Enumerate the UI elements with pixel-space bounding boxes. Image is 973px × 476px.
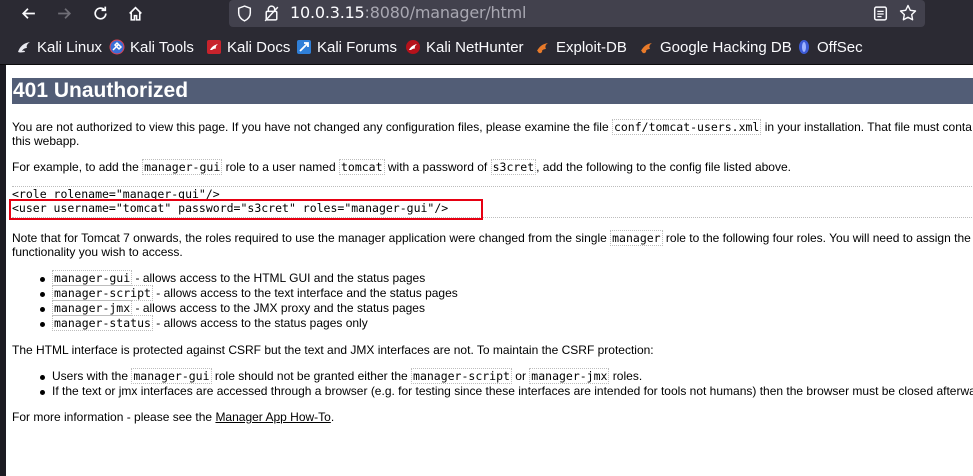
kali-nethunter-icon	[406, 40, 420, 54]
more-info-text: .	[330, 410, 335, 424]
example-text: role to a user named	[222, 160, 339, 174]
bookmark-star-icon[interactable]	[898, 3, 918, 23]
roles-note-line2: functionality you wish to access.	[12, 245, 183, 259]
highlight-box	[9, 199, 483, 220]
home-button[interactable]	[120, 0, 150, 27]
bookmark-google-hacking-db[interactable]: Google Hacking DB	[639, 37, 792, 57]
intro-text: You are not authorized to view this page…	[12, 120, 612, 134]
bookmark-label: Kali Forums	[317, 38, 398, 56]
role-description: - allows access to the JMX proxy and the…	[132, 301, 425, 315]
back-button[interactable]	[13, 0, 43, 27]
bookmarks-toolbar: Kali Linux Kali Tools Kali Docs Kali For…	[0, 27, 973, 65]
bookmark-label: Kali NetHunter	[426, 38, 524, 56]
back-arrow-icon	[21, 8, 35, 19]
bookmark-label: OffSec	[817, 38, 863, 56]
role-description: - allows access to the status pages only	[152, 316, 368, 330]
page-title: 401 Unauthorized	[12, 78, 973, 104]
roles-note-paragraph: Note that for Tomcat 7 onwards, the role…	[12, 230, 973, 259]
home-icon	[128, 6, 142, 21]
bookmark-exploit-db[interactable]: Exploit-DB	[535, 37, 627, 57]
csrf-text: Users with the	[52, 369, 132, 383]
example-text: with a password of	[384, 160, 491, 174]
page-content: 401 Unauthorized You are not authorized …	[6, 65, 973, 476]
role-code: manager-jmx	[529, 368, 610, 384]
intro-text-cont: in your installation. That file must con…	[761, 120, 972, 134]
role-description: - allows access to the HTML GUI and the …	[132, 271, 426, 285]
exploit-db-icon	[537, 43, 548, 54]
role-code: manager-gui	[142, 159, 223, 175]
csrf-text: or	[511, 369, 530, 383]
user-code: tomcat	[338, 159, 385, 175]
config-file-code: conf/tomcat-users.xml	[611, 119, 762, 135]
more-info-text: For more information - please see the	[12, 410, 216, 424]
reload-icon	[93, 6, 107, 20]
csrf-list: Users with the manager-gui role should n…	[37, 368, 973, 399]
list-item: manager-gui - allows access to the HTML …	[37, 270, 458, 286]
role-code: manager-script	[52, 285, 153, 301]
manager-role-code: manager	[610, 230, 663, 246]
kali-docs-icon	[207, 40, 221, 54]
bookmark-label: Exploit-DB	[556, 38, 627, 56]
bookmark-kali-docs[interactable]: Kali Docs	[206, 37, 290, 57]
manager-howto-link[interactable]: Manager App How-To	[215, 410, 330, 424]
url-host: 10.0.3.15	[290, 3, 365, 22]
kali-tools-icon	[109, 39, 125, 55]
bookmark-kali-nethunter[interactable]: Kali NetHunter	[405, 37, 524, 57]
bookmark-kali-linux[interactable]: Kali Linux	[16, 37, 102, 57]
more-info-paragraph: For more information - please see the Ma…	[12, 410, 973, 424]
bookmark-offsec[interactable]: OffSec	[796, 37, 863, 57]
list-item: manager-status - allows access to the st…	[37, 315, 458, 331]
example-text: For example, to add the	[12, 160, 143, 174]
tracking-protection-icon[interactable]	[236, 4, 253, 23]
bookmark-label: Google Hacking DB	[660, 38, 792, 56]
browser-toolbar: 10.0.3.15:8080/manager/html	[0, 0, 973, 27]
password-code: s3cret	[490, 159, 537, 175]
example-paragraph: For example, to add the manager-gui role…	[12, 159, 973, 175]
forward-button[interactable]	[49, 0, 79, 27]
roles-note-text: Note that for Tomcat 7 onwards, the role…	[12, 231, 611, 245]
csrf-paragraph: The HTML interface is protected against …	[12, 343, 654, 357]
list-item: manager-jmx - allows access to the JMX p…	[37, 300, 458, 316]
csrf-text: roles.	[609, 369, 643, 383]
role-code: manager-jmx	[52, 300, 133, 316]
role-description: - allows access to the text interface an…	[152, 286, 458, 300]
list-item: If the text or jmx interfaces are access…	[37, 384, 973, 399]
bookmark-kali-tools[interactable]: Kali Tools	[109, 37, 194, 57]
role-code: manager-gui	[52, 270, 133, 286]
ghdb-icon	[641, 43, 652, 54]
kali-forums-icon	[297, 40, 311, 54]
role-code: manager-status	[52, 315, 153, 331]
reader-view-icon[interactable]	[872, 4, 889, 23]
example-text: , add the following to the config file l…	[536, 160, 791, 174]
insecure-page-icon[interactable]	[263, 4, 280, 23]
bookmark-label: Kali Linux	[37, 38, 103, 56]
list-item: manager-script - allows access to the te…	[37, 285, 458, 301]
csrf-text: If the text or jmx interfaces are access…	[52, 384, 973, 398]
forward-arrow-icon	[57, 8, 71, 19]
intro-text-line2: this webapp.	[12, 134, 80, 148]
kali-dragon-icon	[18, 42, 30, 53]
address-bar[interactable]: 10.0.3.15:8080/manager/html	[229, 0, 925, 27]
url-text: 10.0.3.15:8080/manager/html	[290, 3, 526, 22]
bookmark-label: Kali Docs	[227, 38, 291, 56]
role-code: manager-script	[411, 368, 512, 384]
csrf-text: role should not be granted either the	[211, 369, 412, 383]
role-code: manager-gui	[131, 368, 212, 384]
offsec-icon	[799, 40, 809, 54]
bookmark-kali-forums[interactable]: Kali Forums	[296, 37, 397, 57]
intro-paragraph: You are not authorized to view this page…	[12, 119, 973, 148]
url-path: :8080/manager/html	[364, 3, 527, 22]
roles-list: manager-gui - allows access to the HTML …	[37, 270, 458, 331]
roles-note-text: role to the following four roles. You wi…	[662, 231, 971, 245]
list-item: Users with the manager-gui role should n…	[37, 368, 973, 384]
bookmark-label: Kali Tools	[130, 38, 194, 56]
reload-button[interactable]	[85, 0, 115, 27]
